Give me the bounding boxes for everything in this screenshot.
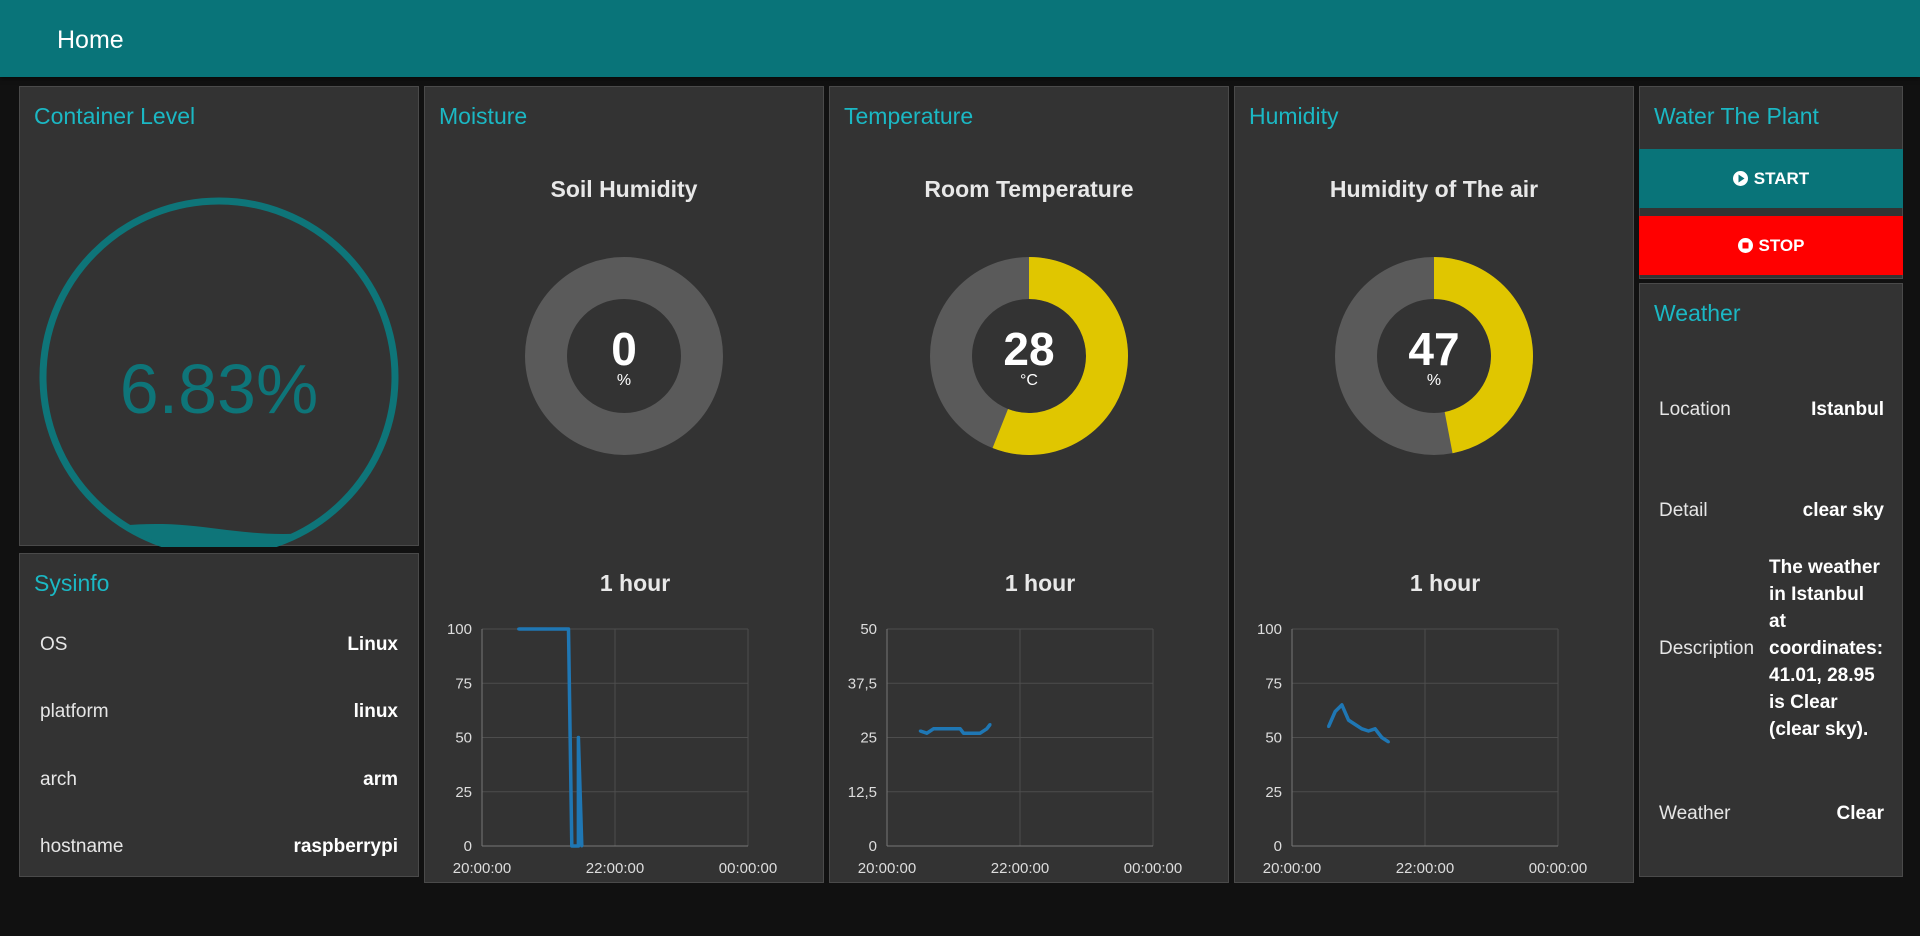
tank-liquid: [43, 523, 395, 547]
data-point: [1347, 718, 1351, 722]
data-point: [1327, 725, 1331, 729]
data-point: [1366, 729, 1370, 733]
container-level-gauge: [39, 197, 399, 547]
data-point: [1340, 703, 1344, 707]
weather-row-weather: Weather Clear: [1659, 803, 1884, 824]
y-tick-label: 50: [1265, 730, 1282, 747]
chart-title: 1 hour: [599, 570, 671, 596]
data-point: [570, 844, 574, 848]
gauge-unit: %: [616, 372, 632, 389]
sysinfo-row-hostname: hostname raspberrypi: [40, 836, 398, 857]
gauge-unit: °C: [1020, 372, 1038, 389]
stop-button[interactable]: STOP: [1639, 216, 1903, 275]
gauge-title: Humidity of The air: [1329, 176, 1539, 202]
data-point: [1333, 709, 1337, 713]
y-tick-label: 12,5: [848, 784, 877, 801]
card-title: Sysinfo: [34, 570, 110, 596]
gauge-title: Room Temperature: [924, 176, 1134, 202]
y-tick-label: 37,5: [848, 675, 877, 692]
gauge-unit: %: [1426, 372, 1442, 389]
gauge-value: 0: [611, 323, 637, 375]
data-point: [566, 627, 570, 631]
y-tick-label: 100: [447, 621, 472, 638]
chart-title: 1 hour: [1004, 570, 1076, 596]
data-point: [1386, 740, 1390, 744]
data-point: [932, 727, 936, 731]
data-point: [925, 731, 929, 735]
start-button-label: START: [1753, 168, 1810, 188]
data-point: [547, 627, 550, 631]
container-level-card: Container Level 6.83%: [19, 86, 419, 547]
data-point: [988, 722, 992, 726]
data-point: [918, 729, 922, 733]
data-point: [576, 736, 580, 739]
x-tick-label: 20:00:00: [453, 860, 511, 877]
x-tick-label: 22:00:00: [586, 860, 644, 877]
moisture-chart: 0 25 50 75 100 20:00:00 22:00:00 00:00:00: [447, 621, 777, 877]
data-point: [961, 731, 965, 735]
x-tick-label: 22:00:00: [1396, 860, 1454, 877]
page-title: Home: [57, 26, 124, 54]
sysinfo-row-arch: arch arm: [40, 769, 398, 790]
weather-row-location: Location Istanbul: [1659, 399, 1884, 420]
sysinfo-row-platform: platform linux: [40, 701, 398, 722]
y-tick-label: 75: [1265, 675, 1282, 692]
data-point: [580, 844, 584, 848]
data-point: [978, 731, 982, 735]
stop-icon: [1737, 238, 1753, 253]
weather-card: Weather Location Istanbul Detail clear sky…: [1639, 283, 1903, 877]
sysinfo-card: Sysinfo OS Linux platform linux arch arm ho…: [19, 553, 419, 877]
card-title: Moisture: [439, 103, 528, 129]
x-tick-label: 20:00:00: [858, 860, 916, 877]
chart-title: 1 hour: [1409, 570, 1481, 596]
data-point: [1373, 727, 1377, 731]
gauge-value: 28: [1003, 323, 1055, 375]
x-tick-label: 00:00:00: [719, 860, 777, 877]
y-tick-label: 25: [455, 784, 472, 801]
card-title: Weather: [1654, 300, 1741, 326]
y-tick-label: 0: [464, 838, 472, 855]
x-tick-label: 00:00:00: [1124, 860, 1182, 877]
x-tick-label: 00:00:00: [1529, 860, 1587, 877]
y-tick-label: 0: [1274, 838, 1282, 855]
humidity-card: Humidity Humidity of The air 47 % 1 hour…: [1234, 86, 1634, 883]
gauge-title: Soil Humidity: [550, 176, 698, 202]
gauge-value: 47: [1408, 323, 1460, 375]
y-tick-label: 25: [1265, 784, 1282, 801]
data-point: [958, 727, 962, 731]
y-tick-label: 0: [869, 838, 877, 855]
data-point: [1360, 727, 1364, 731]
y-tick-label: 100: [1257, 621, 1282, 638]
start-button[interactable]: START: [1639, 149, 1903, 208]
moisture-card: Moisture Soil Humidity 0 % 1 hour 0 25 50 7…: [424, 86, 824, 883]
y-tick-label: 75: [455, 675, 472, 692]
stop-button-label: STOP: [1758, 235, 1805, 255]
weather-row-description: Description The weather in Istanbul at c…: [1659, 557, 1884, 740]
temperature-card: Temperature Room Temperature 28 °C 1 hou…: [829, 86, 1229, 883]
y-tick-label: 50: [455, 730, 472, 747]
x-tick-label: 22:00:00: [991, 860, 1049, 877]
data-point: [985, 727, 989, 731]
weather-row-detail: Detail clear sky: [1659, 500, 1884, 521]
y-tick-label: 25: [860, 730, 877, 747]
card-title: Water The Plant: [1654, 103, 1819, 129]
card-title: Temperature: [844, 103, 974, 129]
sysinfo-row-os: OS Linux: [40, 634, 398, 655]
data-point: [1353, 722, 1357, 726]
data-point: [1380, 736, 1384, 739]
humidity-chart: 0 25 50 75 100 20:00:00 22:00:00 00:00:00: [1257, 621, 1587, 877]
container-level-value: 6.83%: [119, 350, 319, 428]
top-bar: Home: [0, 0, 1920, 77]
series-line: [1326, 703, 1390, 744]
card-title: Container Level: [34, 103, 196, 129]
data-point: [576, 844, 580, 848]
data-point: [517, 627, 521, 631]
play-icon: [1732, 171, 1748, 186]
temperature-chart: 0 12,5 25 37,5 50 20:00:00 22:00:00 00:00:00: [848, 621, 1182, 877]
card-title: Humidity: [1249, 103, 1339, 129]
x-tick-label: 20:00:00: [1263, 860, 1321, 877]
y-tick-label: 50: [860, 621, 877, 638]
